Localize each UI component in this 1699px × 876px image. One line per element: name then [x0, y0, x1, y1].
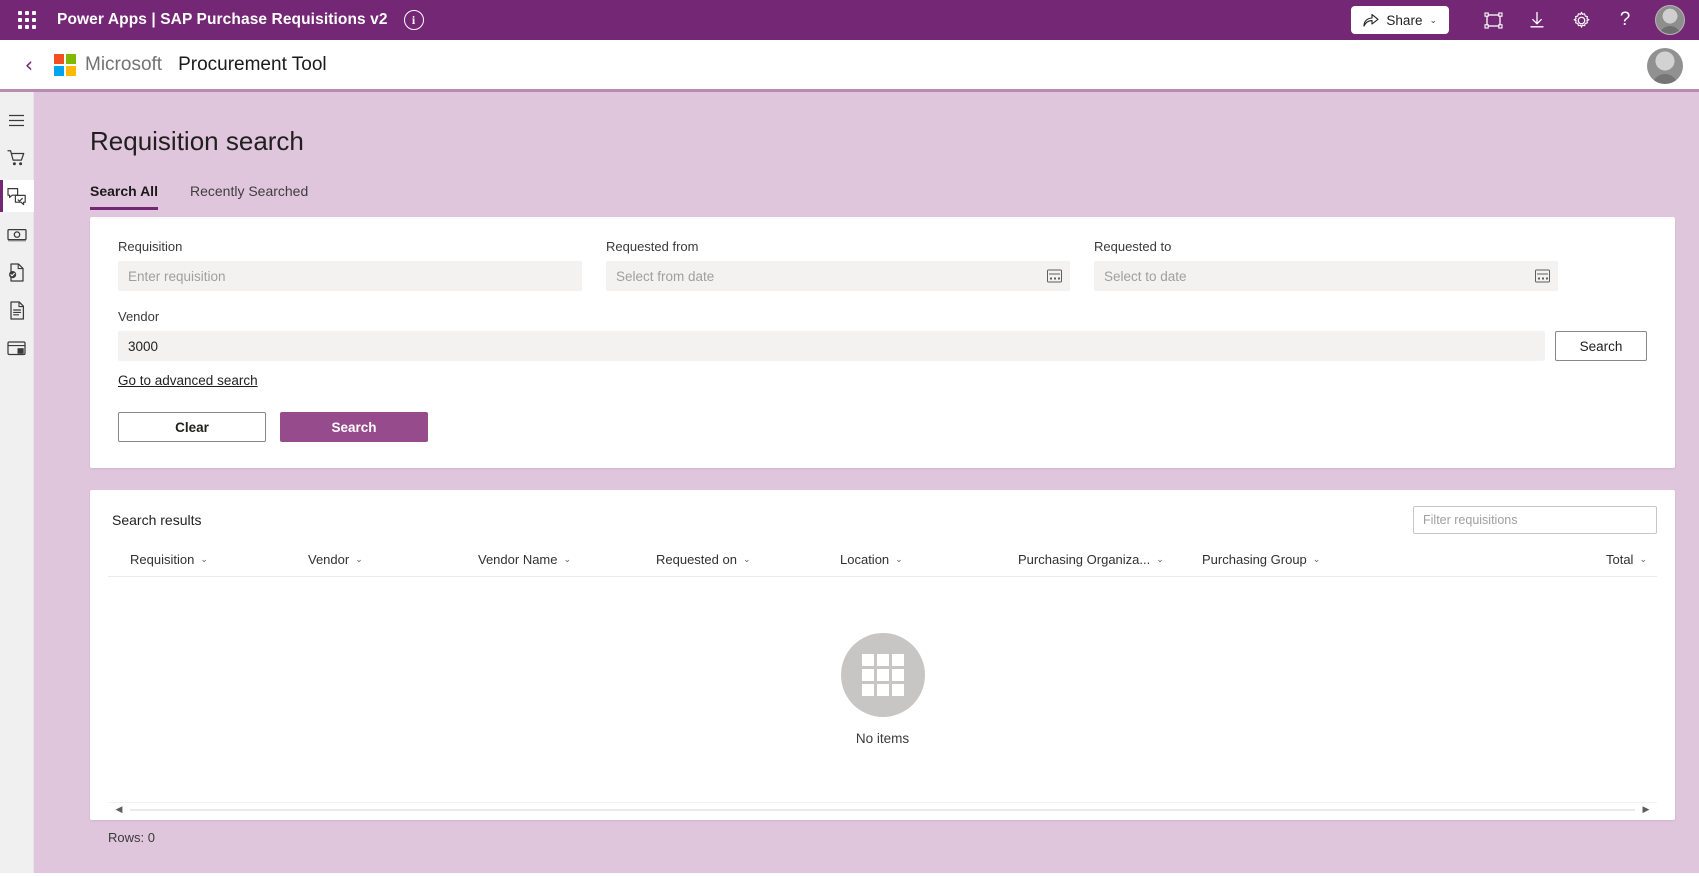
- search-field-row: Requisition Enter requisition Requested …: [118, 239, 1647, 291]
- chevron-down-icon: ⌄: [200, 554, 208, 564]
- column-label: Purchasing Organiza...: [1018, 552, 1151, 567]
- powerapps-title: Power Apps | SAP Purchase Requisitions v…: [57, 11, 388, 28]
- calendar-icon[interactable]: [1535, 269, 1550, 283]
- scroll-right-arrow-icon[interactable]: ▶: [1639, 804, 1653, 815]
- vendor-field-group: Vendor 3000: [118, 309, 1545, 361]
- search-results-card: Search results Filter requisitions Requi…: [90, 490, 1675, 820]
- document-lines-icon[interactable]: [0, 294, 34, 326]
- rows-count-label: Rows: 0: [108, 830, 155, 845]
- vendor-label: Vendor: [118, 309, 160, 324]
- cash-money-icon[interactable]: [0, 218, 34, 250]
- settings-gear-icon[interactable]: [1559, 0, 1603, 40]
- results-table-header: Requisition ⌄ Vendor ⌄ Vendor Name ⌄ Req…: [108, 552, 1657, 577]
- column-header-total[interactable]: Total ⌄: [1606, 552, 1647, 567]
- download-icon[interactable]: [1515, 0, 1559, 40]
- archive-box-icon[interactable]: [0, 332, 34, 364]
- column-label: Requisition: [130, 552, 195, 567]
- chevron-down-icon: ⌄: [355, 554, 363, 564]
- grid-placeholder-icon: [840, 633, 925, 717]
- left-icon-rail: [0, 92, 34, 873]
- user-avatar[interactable]: [1655, 5, 1685, 35]
- column-label: Location: [840, 552, 890, 567]
- vendor-search-button[interactable]: Search: [1555, 331, 1647, 361]
- tab-search-all[interactable]: Search All: [90, 183, 158, 210]
- clear-button[interactable]: Clear: [118, 412, 266, 442]
- requested-from-label: Requested from: [606, 239, 699, 254]
- waffle-menu-icon[interactable]: [14, 7, 40, 33]
- tab-recently-searched[interactable]: Recently Searched: [190, 183, 308, 209]
- chevron-down-icon: ⌄: [563, 554, 572, 564]
- shopping-cart-icon[interactable]: [0, 142, 34, 174]
- info-icon[interactable]: i: [403, 10, 424, 30]
- column-header-purchasing-organization[interactable]: Purchasing Organiza... ⌄: [1018, 552, 1202, 567]
- filter-requisitions-input[interactable]: Filter requisitions: [1413, 506, 1657, 534]
- search-form-card: Requisition Enter requisition Requested …: [90, 217, 1675, 468]
- column-header-vendor-name[interactable]: Vendor Name ⌄: [478, 552, 656, 567]
- fit-screen-icon[interactable]: [1471, 0, 1515, 40]
- powerapps-top-bar: Power Apps | SAP Purchase Requisitions v…: [0, 0, 1699, 40]
- chevron-down-icon: ⌄: [1312, 554, 1321, 564]
- chevron-down-icon: ⌄: [1429, 14, 1437, 25]
- powerapps-bar-actions: Share ⌄ ?: [1351, 0, 1685, 40]
- requested-to-label: Requested to: [1094, 239, 1172, 254]
- chevron-down-icon: ⌄: [742, 554, 751, 564]
- document-check-icon[interactable]: [0, 256, 34, 288]
- advanced-search-row: Go to advanced search: [118, 361, 1647, 390]
- column-header-requisition[interactable]: Requisition ⌄: [130, 552, 308, 567]
- column-header-purchasing-group[interactable]: Purchasing Group ⌄: [1202, 552, 1376, 567]
- column-label: Requested on: [656, 552, 737, 567]
- calendar-icon[interactable]: [1047, 269, 1062, 283]
- microsoft-wordmark: Microsoft: [85, 53, 163, 75]
- empty-state: No items: [108, 577, 1657, 802]
- search-button[interactable]: Search: [280, 412, 428, 442]
- requested-from-placeholder: Select from date: [616, 268, 715, 284]
- approvals-chat-icon[interactable]: [0, 180, 34, 212]
- back-button[interactable]: ‹: [14, 50, 44, 80]
- advanced-search-link[interactable]: Go to advanced search: [118, 373, 258, 388]
- vendor-row: Vendor 3000 Search: [118, 309, 1647, 361]
- page-title: Requisition search: [90, 126, 304, 156]
- vendor-input[interactable]: 3000: [118, 331, 1545, 361]
- body: Requisition search Search All Recently S…: [0, 92, 1699, 873]
- share-button[interactable]: Share ⌄: [1351, 6, 1449, 34]
- help-question-icon[interactable]: ?: [1603, 0, 1647, 40]
- tab-bar: Search All Recently Searched: [90, 183, 1699, 210]
- requisition-input[interactable]: Enter requisition: [118, 261, 582, 291]
- requisition-label: Requisition: [118, 239, 183, 254]
- horizontal-scrollbar[interactable]: ◀ ▶: [108, 802, 1657, 816]
- column-label: Total: [1605, 552, 1634, 567]
- column-label: Vendor: [308, 552, 350, 567]
- column-header-location[interactable]: Location ⌄: [840, 552, 1018, 567]
- chevron-down-icon: ⌄: [1156, 554, 1164, 564]
- scroll-track[interactable]: [130, 808, 1635, 811]
- microsoft-logo-icon: [54, 53, 76, 76]
- requested-to-input[interactable]: Select to date: [1094, 261, 1558, 291]
- app-header: ‹ Microsoft Procurement Tool: [0, 40, 1699, 92]
- requested-to-field-group: Requested to Select to date: [1094, 239, 1558, 291]
- form-buttons: Clear Search: [118, 412, 1647, 442]
- results-title: Search results: [112, 512, 202, 528]
- column-label: Vendor Name: [478, 552, 558, 567]
- empty-state-text: No items: [855, 731, 910, 746]
- scroll-left-arrow-icon[interactable]: ◀: [112, 804, 126, 815]
- app-user-avatar[interactable]: [1647, 48, 1683, 84]
- requested-from-field-group: Requested from Select from date: [606, 239, 1070, 291]
- results-header: Search results Filter requisitions: [108, 506, 1657, 534]
- column-label: Purchasing Group: [1202, 552, 1307, 567]
- app-title: Procurement Tool: [178, 53, 327, 75]
- chevron-down-icon: ⌄: [895, 554, 903, 564]
- requested-to-placeholder: Select to date: [1104, 268, 1187, 284]
- chevron-down-icon: ⌄: [1639, 554, 1647, 564]
- main-content: Requisition search Search All Recently S…: [34, 92, 1699, 873]
- requested-from-input[interactable]: Select from date: [606, 261, 1070, 291]
- column-header-requested-on[interactable]: Requested on ⌄: [656, 552, 840, 567]
- column-header-vendor[interactable]: Vendor ⌄: [308, 552, 478, 567]
- share-icon: [1363, 13, 1379, 27]
- hamburger-menu-icon[interactable]: [0, 104, 34, 136]
- requisition-field-group: Requisition Enter requisition: [118, 239, 582, 291]
- share-label: Share: [1386, 12, 1423, 28]
